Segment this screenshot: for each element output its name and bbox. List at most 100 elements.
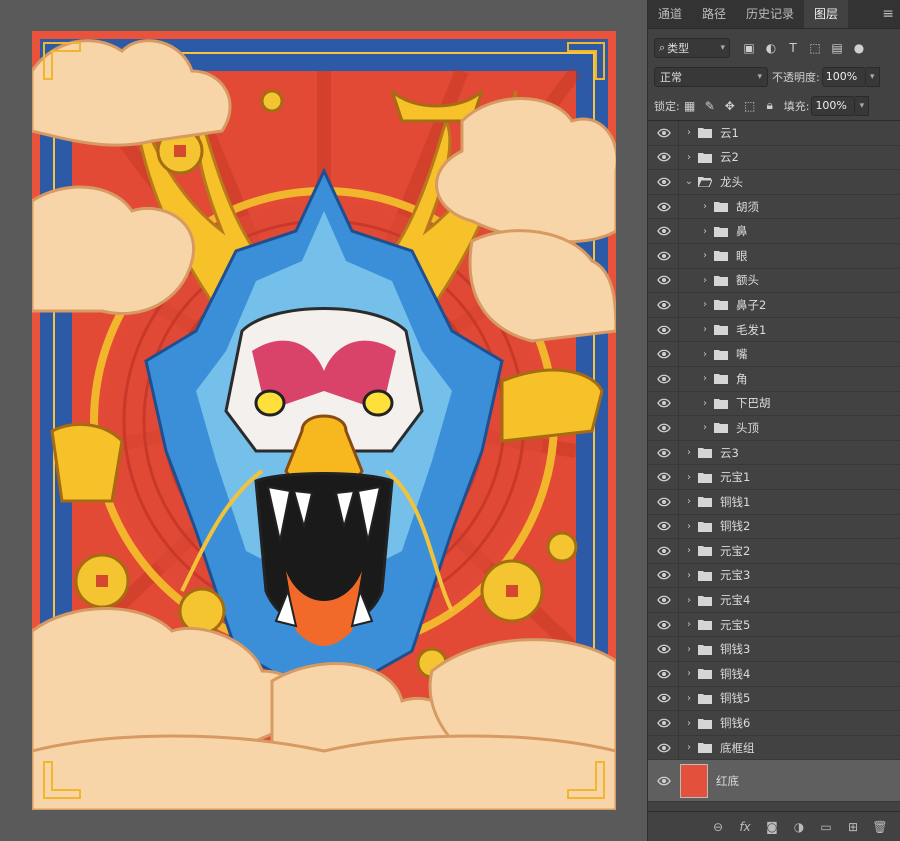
layer-row[interactable]: › 鼻子2 — [648, 293, 900, 318]
lock-move-icon[interactable]: ✥ — [720, 99, 740, 113]
layer-row[interactable]: › 铜钱1 — [648, 489, 900, 515]
visibility-eye-icon[interactable] — [656, 347, 672, 361]
adjustment-layer-icon[interactable]: ◑ — [791, 820, 807, 834]
visibility-eye-icon[interactable] — [656, 446, 672, 460]
artwork-canvas[interactable] — [32, 31, 616, 810]
layer-row[interactable]: › 眼 — [648, 243, 900, 269]
visibility-eye-icon[interactable] — [656, 741, 672, 755]
visibility-eye-icon[interactable] — [656, 396, 672, 410]
layer-row[interactable]: › 嘴 — [648, 342, 900, 367]
layer-row[interactable]: › 云2 — [648, 145, 900, 171]
visibility-eye-icon[interactable] — [656, 568, 672, 582]
chevron-right-icon[interactable]: › — [684, 693, 694, 704]
shape-filter-icon[interactable]: ⬚ — [804, 41, 826, 55]
chevron-right-icon[interactable]: › — [684, 742, 694, 753]
layer-row[interactable]: › 元宝4 — [648, 588, 900, 613]
layer-row[interactable]: › 元宝3 — [648, 563, 900, 589]
add-mask-icon[interactable]: ◙ — [764, 820, 780, 834]
lock-transparent-icon[interactable]: ▦ — [680, 99, 700, 113]
chevron-right-icon[interactable]: › — [684, 127, 694, 138]
chevron-right-icon[interactable]: › — [684, 668, 694, 679]
visibility-eye-icon[interactable] — [656, 372, 672, 386]
visibility-eye-icon[interactable] — [656, 519, 672, 533]
lock-brush-icon[interactable]: ✎ — [700, 99, 720, 113]
chevron-down-icon[interactable]: ⌄ — [684, 176, 694, 187]
layer-row[interactable]: › 额头 — [648, 268, 900, 294]
chevron-right-icon[interactable]: › — [700, 373, 710, 384]
chevron-right-icon[interactable]: › — [684, 152, 694, 163]
new-layer-icon[interactable]: ⊞ — [845, 820, 861, 834]
visibility-eye-icon[interactable] — [656, 421, 672, 435]
chevron-right-icon[interactable]: › — [700, 299, 710, 310]
lock-all-icon[interactable]: 🔒︎ — [760, 98, 780, 113]
chevron-right-icon[interactable]: › — [700, 422, 710, 433]
layer-row-selected[interactable]: 红底 — [648, 760, 900, 803]
visibility-eye-icon[interactable] — [656, 544, 672, 558]
layer-row[interactable]: ⌄ 龙头 — [648, 170, 900, 195]
canvas-area[interactable] — [0, 0, 647, 841]
visibility-eye-icon[interactable] — [656, 273, 672, 287]
visibility-eye-icon[interactable] — [656, 774, 672, 788]
tab-paths[interactable]: 路径 — [692, 0, 736, 28]
layer-row[interactable]: › 铜钱6 — [648, 711, 900, 736]
chevron-right-icon[interactable]: › — [684, 619, 694, 630]
layer-row[interactable]: › 云3 — [648, 440, 900, 466]
visibility-eye-icon[interactable] — [656, 495, 672, 509]
visibility-eye-icon[interactable] — [656, 470, 672, 484]
filter-toggle-icon[interactable]: ● — [848, 41, 870, 55]
fill-dropdown-icon[interactable]: ▾ — [855, 95, 870, 116]
chevron-right-icon[interactable]: › — [684, 472, 694, 483]
layer-row[interactable]: › 鼻 — [648, 219, 900, 244]
layer-row[interactable]: › 云1 — [648, 121, 900, 146]
chevron-right-icon[interactable]: › — [700, 275, 710, 286]
type-filter-icon[interactable]: T — [782, 41, 804, 55]
chevron-right-icon[interactable]: › — [684, 644, 694, 655]
layer-row[interactable]: › 铜钱2 — [648, 514, 900, 540]
delete-layer-icon[interactable]: 🗑︎ — [872, 820, 888, 834]
new-group-icon[interactable]: ▭ — [818, 820, 834, 834]
visibility-eye-icon[interactable] — [656, 667, 672, 681]
smart-object-filter-icon[interactable]: ▤ — [826, 41, 848, 55]
layer-row[interactable]: › 毛发1 — [648, 317, 900, 343]
panel-menu-icon[interactable]: ≡ — [882, 0, 894, 28]
chevron-right-icon[interactable]: › — [700, 398, 710, 409]
layer-row[interactable]: › 元宝2 — [648, 539, 900, 564]
chevron-right-icon[interactable]: › — [684, 595, 694, 606]
opacity-input[interactable]: 100% — [821, 66, 866, 87]
visibility-eye-icon[interactable] — [656, 716, 672, 730]
layer-row[interactable]: › 铜钱3 — [648, 637, 900, 663]
visibility-eye-icon[interactable] — [656, 200, 672, 214]
pixel-filter-icon[interactable]: ▣ — [738, 41, 760, 55]
layer-row[interactable]: › 铜钱4 — [648, 662, 900, 687]
layer-filter-select[interactable]: ⌕ 类型 ▾ — [654, 37, 730, 58]
visibility-eye-icon[interactable] — [656, 126, 672, 140]
tab-channels[interactable]: 通道 — [648, 0, 692, 28]
layer-row[interactable]: › 底框组 — [648, 735, 900, 761]
layer-row[interactable]: › 头顶 — [648, 416, 900, 441]
visibility-eye-icon[interactable] — [656, 642, 672, 656]
visibility-eye-icon[interactable] — [656, 150, 672, 164]
fill-input[interactable]: 100% — [811, 95, 856, 116]
chevron-right-icon[interactable]: › — [684, 521, 694, 532]
layer-style-icon[interactable]: fx — [737, 820, 753, 834]
visibility-eye-icon[interactable] — [656, 298, 672, 312]
visibility-eye-icon[interactable] — [656, 224, 672, 238]
blend-mode-select[interactable]: 正常 ▾ — [654, 66, 768, 87]
visibility-eye-icon[interactable] — [656, 249, 672, 263]
layer-row[interactable]: › 下巴胡 — [648, 391, 900, 417]
chevron-right-icon[interactable]: › — [684, 447, 694, 458]
layer-row[interactable]: › 元宝1 — [648, 465, 900, 490]
tab-layers[interactable]: 图层 — [804, 0, 849, 28]
adjustment-filter-icon[interactable]: ◐ — [760, 41, 782, 55]
layer-row[interactable]: › 元宝5 — [648, 612, 900, 638]
chevron-right-icon[interactable]: › — [684, 718, 694, 729]
layer-row[interactable]: › 角 — [648, 366, 900, 392]
chevron-right-icon[interactable]: › — [700, 349, 710, 360]
chevron-right-icon[interactable]: › — [700, 226, 710, 237]
visibility-eye-icon[interactable] — [656, 323, 672, 337]
opacity-dropdown-icon[interactable]: ▾ — [865, 66, 880, 87]
lock-artboard-icon[interactable]: ⬚ — [740, 99, 760, 113]
link-layers-icon[interactable]: ⊖ — [710, 820, 726, 834]
tab-history[interactable]: 历史记录 — [736, 0, 804, 28]
layer-row[interactable]: › 铜钱5 — [648, 686, 900, 712]
